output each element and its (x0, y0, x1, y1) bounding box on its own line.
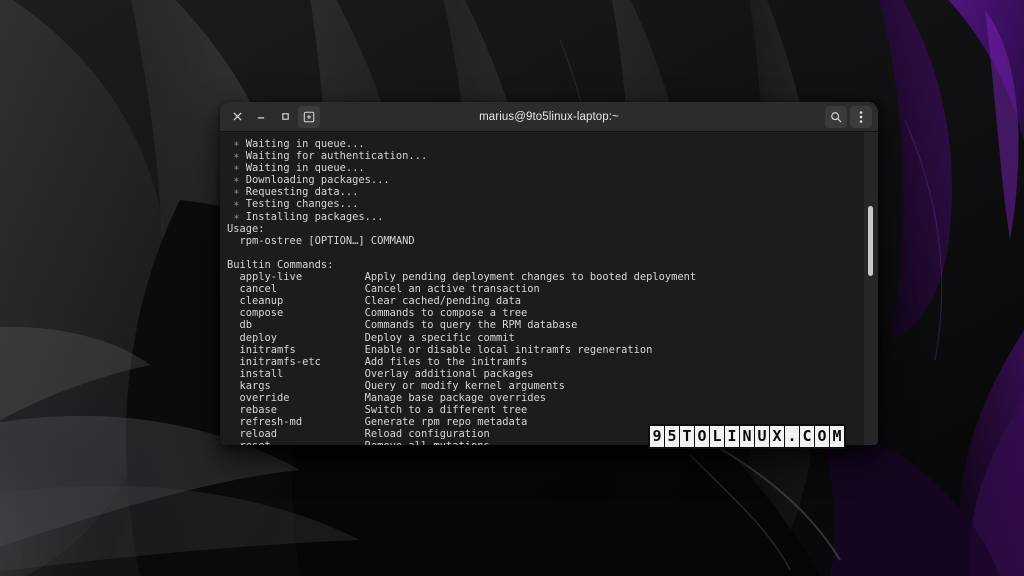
command-description: Reload configuration (364, 428, 490, 441)
command-name: compose (227, 307, 365, 320)
command-row: compose Commands to compose a tree (227, 307, 856, 319)
command-description: Remove all mutations (365, 440, 490, 445)
watermark-char: C (800, 426, 814, 447)
new-tab-icon[interactable] (298, 105, 320, 128)
window-titlebar[interactable]: marius@9to5linux-laptop:~ (220, 102, 878, 132)
command-name: override (227, 391, 365, 404)
terminal-window[interactable]: marius@9to5linux-laptop:~ ∗ Waiting in q… (220, 102, 878, 445)
command-row: override Manage base package overrides (227, 392, 856, 404)
command-row: db Commands to query the RPM database (227, 319, 856, 331)
command-name: rebase (227, 404, 365, 417)
command-row: cleanup Clear cached/pending data (227, 295, 856, 307)
menu-icon[interactable] (850, 105, 872, 128)
screen: marius@9to5linux-laptop:~ ∗ Waiting in q… (0, 0, 1024, 576)
progress-text: Requesting data... (245, 186, 359, 199)
command-name: db (227, 319, 365, 332)
command-description: Query or modify kernel arguments (364, 379, 565, 392)
usage-header: Usage: (227, 222, 265, 235)
terminal-progress-line: ∗ Installing packages... (227, 211, 856, 223)
maximize-icon[interactable] (274, 106, 296, 128)
command-name: refresh-md (227, 416, 365, 429)
command-row: apply-live Apply pending deployment chan… (227, 271, 856, 283)
terminal-body[interactable]: ∗ Waiting in queue... ∗ Waiting for auth… (220, 132, 878, 445)
terminal-scrollbar[interactable] (864, 132, 878, 445)
command-row: initramfs-etc Add files to the initramfs (227, 356, 856, 368)
command-row: cancel Cancel an active transaction (227, 283, 856, 295)
command-name: install (227, 367, 365, 380)
command-description: Cancel an active transaction (364, 283, 540, 296)
bullet-icon: ∗ (227, 174, 246, 187)
command-description: Commands to query the RPM database (364, 319, 578, 332)
command-row: initramfs Enable or disable local initra… (227, 344, 856, 356)
command-description: Deploy a specific commit (364, 331, 515, 344)
progress-text: Waiting in queue... (245, 138, 365, 150)
command-name: kargs (227, 379, 365, 392)
progress-text: Downloading packages... (245, 174, 390, 187)
terminal-progress-line: ∗ Requesting data... (227, 186, 856, 198)
watermark-char: O (815, 426, 829, 447)
command-row: rebase Switch to a different tree (227, 404, 856, 416)
watermark-char: T (680, 426, 694, 447)
terminal-progress-line: ∗ Downloading packages... (227, 174, 856, 186)
watermark-char: M (830, 426, 844, 447)
command-description: Clear cached/pending data (364, 295, 522, 308)
command-description: Overlay additional packages (364, 367, 534, 380)
bullet-icon: ∗ (227, 186, 246, 199)
scrollbar-thumb[interactable] (868, 206, 873, 276)
command-name: deploy (227, 331, 365, 344)
watermark-char: I (725, 426, 739, 447)
window-controls-left (226, 105, 320, 128)
command-name: initramfs-etc (227, 355, 365, 368)
close-icon[interactable] (226, 106, 248, 128)
bullet-icon: ∗ (227, 162, 246, 175)
command-name: reload (227, 428, 365, 441)
minimize-icon[interactable] (250, 106, 272, 128)
search-icon[interactable] (825, 105, 847, 128)
command-description: Commands to compose a tree (364, 307, 528, 320)
command-description: Apply pending deployment changes to boot… (364, 271, 697, 284)
bullet-icon: ∗ (227, 150, 246, 163)
watermark-char: N (740, 426, 754, 447)
command-row: deploy Deploy a specific commit (227, 332, 856, 344)
bullet-icon: ∗ (227, 210, 246, 223)
command-description: Manage base package overrides (364, 391, 547, 404)
watermark-char: X (770, 426, 784, 447)
bullet-icon: ∗ (227, 138, 246, 150)
command-row: install Overlay additional packages (227, 368, 856, 380)
window-controls-right (825, 105, 872, 128)
command-name: reset (227, 440, 365, 445)
progress-text: Testing changes... (245, 198, 359, 211)
command-description: Add files to the initramfs (364, 355, 528, 368)
terminal-progress-line: ∗ Waiting in queue... (227, 162, 856, 174)
terminal-progress-line: ∗ Waiting in queue... (227, 138, 856, 150)
watermark-char: 5 (665, 426, 679, 447)
command-description: Generate rpm repo metadata (364, 416, 528, 429)
watermark-char: . (785, 426, 799, 447)
progress-text: Waiting for authentication... (245, 150, 428, 163)
command-description: Enable or disable local initramfs regene… (364, 343, 653, 356)
watermark-char: L (710, 426, 724, 447)
command-name: initramfs (227, 343, 365, 356)
command-name: cleanup (227, 295, 365, 308)
terminal-progress-line: ∗ Testing changes... (227, 198, 856, 210)
bullet-icon: ∗ (227, 198, 246, 211)
terminal-output: ∗ Waiting in queue... ∗ Waiting for auth… (227, 138, 856, 445)
terminal-progress-line: ∗ Waiting for authentication... (227, 150, 856, 162)
command-row: kargs Query or modify kernel arguments (227, 380, 856, 392)
builtin-header: Builtin Commands: (227, 258, 334, 271)
progress-text: Waiting in queue... (245, 162, 365, 175)
command-name: apply-live (227, 271, 365, 284)
watermark: 95TOLINUX.COM (648, 424, 846, 449)
usage-line: rpm-ostree [OPTION…] COMMAND (227, 234, 415, 247)
command-name: cancel (227, 283, 365, 296)
watermark-char: U (755, 426, 769, 447)
watermark-char: 9 (650, 426, 664, 447)
watermark-char: O (695, 426, 709, 447)
progress-text: Installing packages... (245, 210, 384, 223)
command-description: Switch to a different tree (364, 404, 528, 417)
